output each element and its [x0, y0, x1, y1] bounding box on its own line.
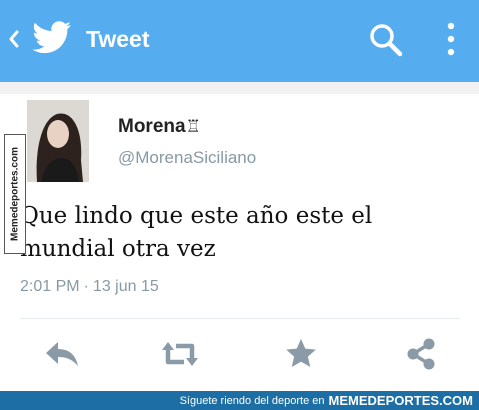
overflow-menu-icon[interactable]	[444, 20, 458, 60]
retweet-icon[interactable]	[160, 336, 200, 372]
footer-brand: MEMEDEPORTES.COM	[328, 393, 473, 408]
watermark-side-text: Memedeportes.com	[9, 147, 21, 241]
chevron-left-icon[interactable]	[8, 28, 20, 50]
divider	[20, 318, 460, 319]
reply-icon[interactable]	[42, 336, 82, 372]
tweet-card: Morena♖ @MorenaSiciliano Que lindo que e…	[0, 94, 479, 394]
footer-text: Síguete riendo del deporte en	[179, 394, 325, 407]
tweet-actions	[0, 336, 479, 376]
user-handle[interactable]: @MorenaSiciliano	[118, 148, 256, 168]
tweet-date: 13 jun 15	[92, 278, 159, 295]
twitter-bird-icon[interactable]	[32, 20, 72, 56]
name-symbol: ♖	[185, 117, 201, 136]
display-name[interactable]: Morena♖	[118, 116, 201, 138]
tweet-text: Que lindo que este año este el mundial o…	[20, 200, 440, 266]
timestamp-separator: ·	[83, 278, 89, 295]
watermark-side: Memedeportes.com	[4, 134, 26, 254]
page-title: Tweet	[86, 26, 150, 52]
tweet-time: 2:01 PM	[20, 278, 80, 295]
tweet-text-line: Que lindo que este año este el	[20, 203, 373, 229]
tweet-text-line: mundial otra vez	[20, 236, 216, 262]
tweet-timestamp: 2:01 PM · 13 jun 15	[20, 278, 159, 296]
app-bar: Tweet	[0, 0, 479, 82]
search-icon[interactable]	[368, 22, 404, 58]
avatar[interactable]	[27, 100, 89, 182]
share-icon[interactable]	[402, 336, 442, 372]
display-name-text: Morena	[118, 116, 186, 137]
header-divider	[0, 82, 479, 94]
favorite-star-icon[interactable]	[282, 336, 322, 372]
watermark-footer: Síguete riendo del deporte en MEMEDEPORT…	[0, 391, 479, 410]
